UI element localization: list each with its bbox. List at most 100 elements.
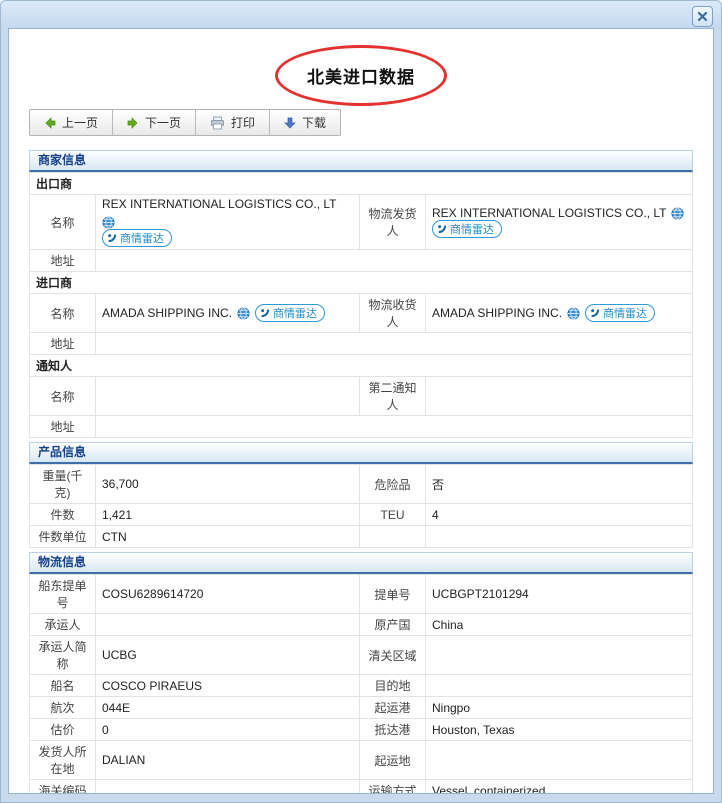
pieces-value: 1,421 [95,503,360,526]
download-button[interactable]: 下载 [270,110,341,135]
second-notify-label: 第二通知人 [359,376,426,416]
table-row: 海关编码 运输方式 Vessel, containerized [29,779,693,793]
table-row: 航次 044E 起运港 Ningpo [29,696,693,719]
arrow-down-icon [284,117,296,129]
notify-subheader: 通知人 [29,354,693,377]
unit-label: 件数单位 [29,525,96,548]
globe-icon[interactable] [102,216,115,229]
print-button[interactable]: 打印 [196,110,271,135]
bl-value: UCBGPT2101294 [425,574,693,614]
clearance-area-value [425,635,693,675]
merchant-section-header: 商家信息 [29,150,693,172]
radar-icon [260,308,270,318]
master-bl-label: 船东提单号 [29,574,96,614]
arrow-left-icon [44,116,56,129]
toolbar: 上一页 下一页 打印 下载 [29,109,342,136]
weight-value: 36,700 [95,464,360,504]
origin-country-value: China [425,613,693,636]
importer-name-value: AMADA SHIPPING INC. [102,306,233,320]
voyage-label: 航次 [29,696,96,719]
table-row: 估价 0 抵达港 Houston, Texas [29,718,693,741]
importer-name-label: 名称 [29,293,96,333]
table-row: 件数 1,421 TEU 4 [29,503,693,526]
globe-icon[interactable] [567,306,580,320]
radar-badge-label: 商情雷达 [450,224,494,236]
table-row: 名称 AMADA SHIPPING INC. 商情雷达 物流收货人 AMADA … [29,293,693,333]
radar-icon [437,224,447,234]
table-row: 地址 [29,332,693,355]
valuation-label: 估价 [29,718,96,741]
radar-badge[interactable]: 商情雷达 [102,229,172,247]
teu-value: 4 [425,503,693,526]
table-row: 地址 [29,415,693,438]
customs-code-value [95,779,360,793]
carrier-code-value: UCBG [95,635,360,675]
exporter-name-label: 名称 [29,194,96,250]
carrier-label: 承运人 [29,613,96,636]
close-button[interactable] [692,6,713,27]
exporter-subheader: 出口商 [29,172,693,195]
bl-label: 提单号 [359,574,426,614]
voyage-value: 044E [95,696,360,719]
next-page-label: 下一页 [145,116,182,130]
page-title: 北美进口数据 [307,68,415,87]
arrival-port-value: Houston, Texas [425,718,693,741]
importer-subheader: 进口商 [29,271,693,294]
logistics-shipper-value: REX INTERNATIONAL LOGISTICS CO., LT [432,206,667,220]
teu-label: TEU [359,503,426,526]
transport-mode-value: Vessel, containerized [425,779,693,793]
section-merchant: 商家信息 出口商 名称 REX INTERNATIONAL LOGISTICS … [29,150,693,438]
table-row: 发货人所在地 DALIAN 起运地 [29,740,693,780]
product-section-header: 产品信息 [29,442,693,464]
section-product: 产品信息 重量(千克) 36,700 危险品 否 件数 1,421 TEU 4 … [29,442,693,548]
window-body: 北美进口数据 上一页 下一页 打印 下载 商家信息 出口商 名称 REX INT… [8,28,714,794]
table-row: 名称 REX INTERNATIONAL LOGISTICS CO., LT 商… [29,194,693,250]
table-row: 地址 [29,249,693,272]
radar-badge[interactable]: 商情雷达 [585,304,656,322]
hazmat-label: 危险品 [359,464,426,504]
notify-name-value [95,376,360,416]
table-row: 件数单位 CTN [29,525,693,548]
logistics-consignee-label: 物流收货人 [359,293,426,333]
carrier-code-label: 承运人简称 [29,635,96,675]
notify-name-label: 名称 [29,376,96,416]
port-of-loading-value: Ningpo [425,696,693,719]
table-row: 重量(千克) 36,700 危险品 否 [29,464,693,504]
pieces-label: 件数 [29,503,96,526]
valuation-value: 0 [95,718,360,741]
carrier-value [95,613,360,636]
printer-icon [210,116,225,130]
radar-badge[interactable]: 商情雷达 [432,220,502,238]
customs-code-label: 海关编码 [29,779,96,793]
window-titlebar [1,1,721,28]
download-label: 下载 [302,116,327,130]
destination-value [425,674,693,697]
table-row: 名称 第二通知人 [29,376,693,416]
shipper-location-label: 发货人所在地 [29,740,96,780]
exporter-address-value [95,249,693,272]
radar-badge[interactable]: 商情雷达 [255,304,326,322]
master-bl-value: COSU6289614720 [95,574,360,614]
next-page-button[interactable]: 下一页 [113,110,197,135]
print-label: 打印 [231,116,256,130]
prev-page-button[interactable]: 上一页 [30,110,114,135]
second-notify-value [425,376,693,416]
radar-icon [107,233,117,243]
notify-address-value [95,415,693,438]
table-row: 船名 COSCO PIRAEUS 目的地 [29,674,693,697]
globe-icon[interactable] [237,306,250,320]
destination-label: 目的地 [359,674,426,697]
clearance-area-label: 清关区域 [359,635,426,675]
shipper-location-value: DALIAN [95,740,360,780]
radar-badge-label: 商情雷达 [120,233,164,245]
importer-address-value [95,332,693,355]
modal-window: 北美进口数据 上一页 下一页 打印 下载 商家信息 出口商 名称 REX INT… [0,0,722,803]
globe-icon[interactable] [671,206,685,220]
title-area: 北美进口数据 [9,29,713,109]
table-row: 承运人 原产国 China [29,613,693,636]
radar-badge-label: 商情雷达 [273,308,318,320]
place-of-departure-value [425,740,693,780]
radar-icon [590,308,600,318]
notify-address-label: 地址 [29,415,96,438]
transport-mode-label: 运输方式 [359,779,426,793]
